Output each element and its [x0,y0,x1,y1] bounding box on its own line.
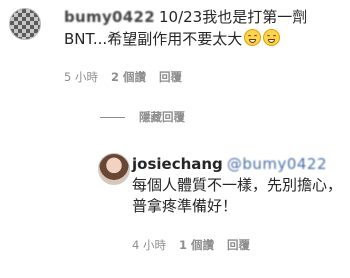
reply-time[interactable]: 4 小時 [132,237,166,253]
main-comment-body: bumy0422 10/23我也是打第一劑BNT...希望副作用不要太大 [64,6,334,50]
grinning-face-emoji-icon [244,29,262,46]
reply-avatar[interactable] [98,153,130,185]
divider-line [100,116,125,118]
grinning-face-emoji-icon [263,29,281,46]
reply-reply-button[interactable]: 回覆 [227,237,250,253]
reply-mention[interactable]: @bumy0422 [227,154,327,175]
reply-body: josiechang @bumy0422每個人體質不一樣，先別擔心，普拿疼準備好！ [132,154,342,217]
reply-likes[interactable]: 1 個讚 [179,237,214,253]
commenter-avatar[interactable] [9,8,41,40]
hide-replies-label: 隱藏回覆 [139,110,185,124]
main-comment-reply-button[interactable]: 回覆 [159,69,182,85]
reply-text: 每個人體質不一樣，先別擔心，普拿疼準備好！ [132,176,343,215]
main-comment-meta: 5 小時 2 個讚 回覆 [64,69,182,85]
main-comment-time[interactable]: 5 小時 [64,69,98,85]
main-comment-likes[interactable]: 2 個讚 [111,69,146,85]
commenter-username[interactable]: bumy0422 [64,6,155,28]
reply-username[interactable]: josiechang [132,155,223,173]
reply-meta: 4 小時 1 個讚 回覆 [132,237,250,253]
hide-replies-toggle[interactable]: 隱藏回覆 [100,109,185,125]
